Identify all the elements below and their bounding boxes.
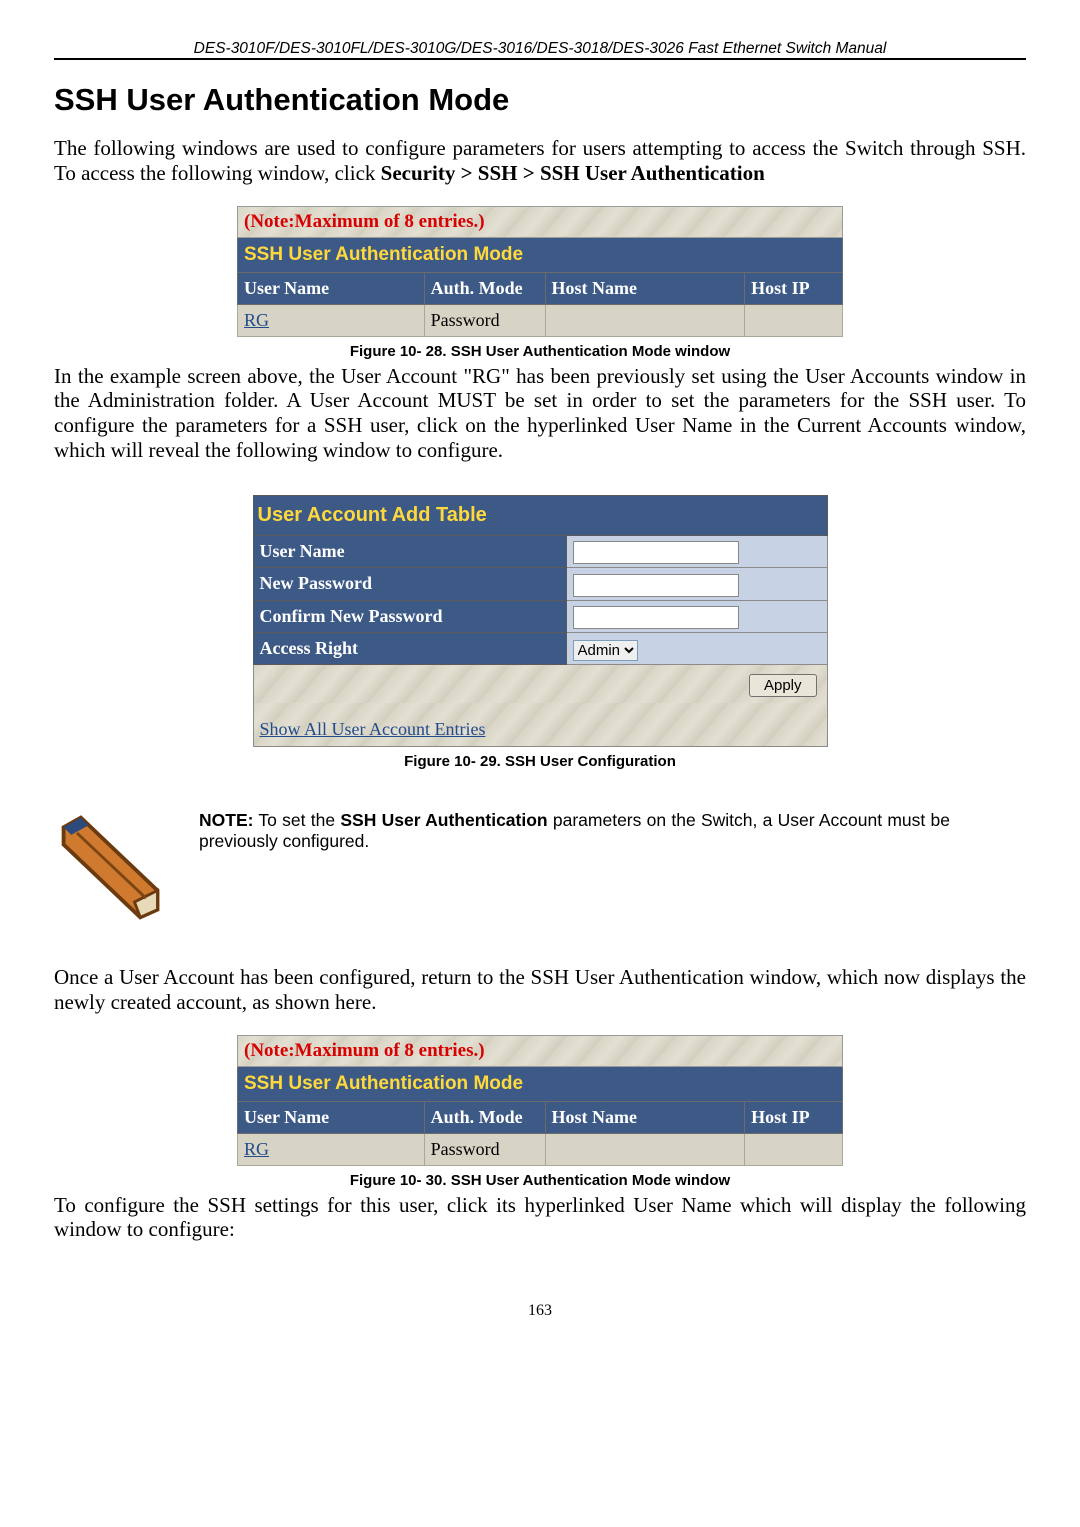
- intro-paragraph: The following windows are used to config…: [54, 136, 1026, 186]
- figure-caption-3: Figure 10- 30. SSH User Authentication M…: [54, 1172, 1026, 1189]
- user-name-link[interactable]: RG: [238, 1133, 425, 1165]
- paragraph-2: Once a User Account has been configured,…: [54, 965, 1026, 1015]
- show-all-link[interactable]: Show All User Account Entries: [253, 703, 827, 747]
- table-row: RG Password: [238, 1133, 843, 1165]
- host-ip-cell: [745, 304, 843, 336]
- paragraph-3: To configure the SSH settings for this u…: [54, 1193, 1026, 1243]
- table-row: RG Password: [238, 304, 843, 336]
- page-number: 163: [54, 1302, 1026, 1320]
- col-user-name: User Name: [238, 1101, 425, 1133]
- apply-button[interactable]: Apply: [749, 674, 817, 697]
- table-title: SSH User Authentication Mode: [238, 1066, 843, 1101]
- breadcrumb: Security > SSH > SSH User Authentication: [381, 161, 765, 185]
- paragraph-1: In the example screen above, the User Ac…: [54, 364, 1026, 463]
- note-label: NOTE:: [199, 810, 253, 830]
- note-block: NOTE: To set the SSH User Authentication…: [54, 810, 1026, 925]
- label-confirm-password: Confirm New Password: [253, 600, 566, 633]
- pencil-icon: [54, 810, 169, 925]
- label-user-name: User Name: [253, 535, 566, 568]
- new-password-input[interactable]: [573, 574, 739, 597]
- user-name-link[interactable]: RG: [238, 304, 425, 336]
- col-auth-mode: Auth. Mode: [424, 272, 545, 304]
- figure-caption-2: Figure 10- 29. SSH User Configuration: [54, 753, 1026, 770]
- host-name-cell: [545, 304, 745, 336]
- host-ip-cell: [745, 1133, 843, 1165]
- note-bold: SSH User Authentication: [340, 810, 547, 830]
- manual-header: DES-3010F/DES-3010FL/DES-3010G/DES-3016/…: [54, 40, 1026, 60]
- col-user-name: User Name: [238, 272, 425, 304]
- note-pre: To set the: [253, 810, 340, 830]
- user-account-add-table: User Account Add Table User Name New Pas…: [253, 495, 828, 748]
- ssh-auth-table-2: (Note:Maximum of 8 entries.) SSH User Au…: [237, 1035, 843, 1166]
- note-text: NOTE: To set the SSH User Authentication…: [199, 810, 950, 853]
- auth-mode-cell: Password: [424, 1133, 545, 1165]
- col-host-name: Host Name: [545, 1101, 745, 1133]
- ssh-auth-table-1: (Note:Maximum of 8 entries.) SSH User Au…: [237, 206, 843, 337]
- table2-title: User Account Add Table: [253, 495, 827, 535]
- figure-caption-1: Figure 10- 28. SSH User Authentication M…: [54, 343, 1026, 360]
- host-name-cell: [545, 1133, 745, 1165]
- col-host-ip: Host IP: [745, 1101, 843, 1133]
- col-host-ip: Host IP: [745, 272, 843, 304]
- access-right-select[interactable]: Admin: [573, 640, 638, 661]
- col-auth-mode: Auth. Mode: [424, 1101, 545, 1133]
- label-new-password: New Password: [253, 568, 566, 601]
- section-title: SSH User Authentication Mode: [54, 82, 1026, 118]
- auth-mode-cell: Password: [424, 304, 545, 336]
- table-title: SSH User Authentication Mode: [238, 237, 843, 272]
- col-host-name: Host Name: [545, 272, 745, 304]
- max-entries-note: (Note:Maximum of 8 entries.): [238, 1035, 843, 1066]
- user-name-input[interactable]: [573, 541, 739, 564]
- confirm-password-input[interactable]: [573, 606, 739, 629]
- label-access-right: Access Right: [253, 633, 566, 665]
- max-entries-note: (Note:Maximum of 8 entries.): [238, 206, 843, 237]
